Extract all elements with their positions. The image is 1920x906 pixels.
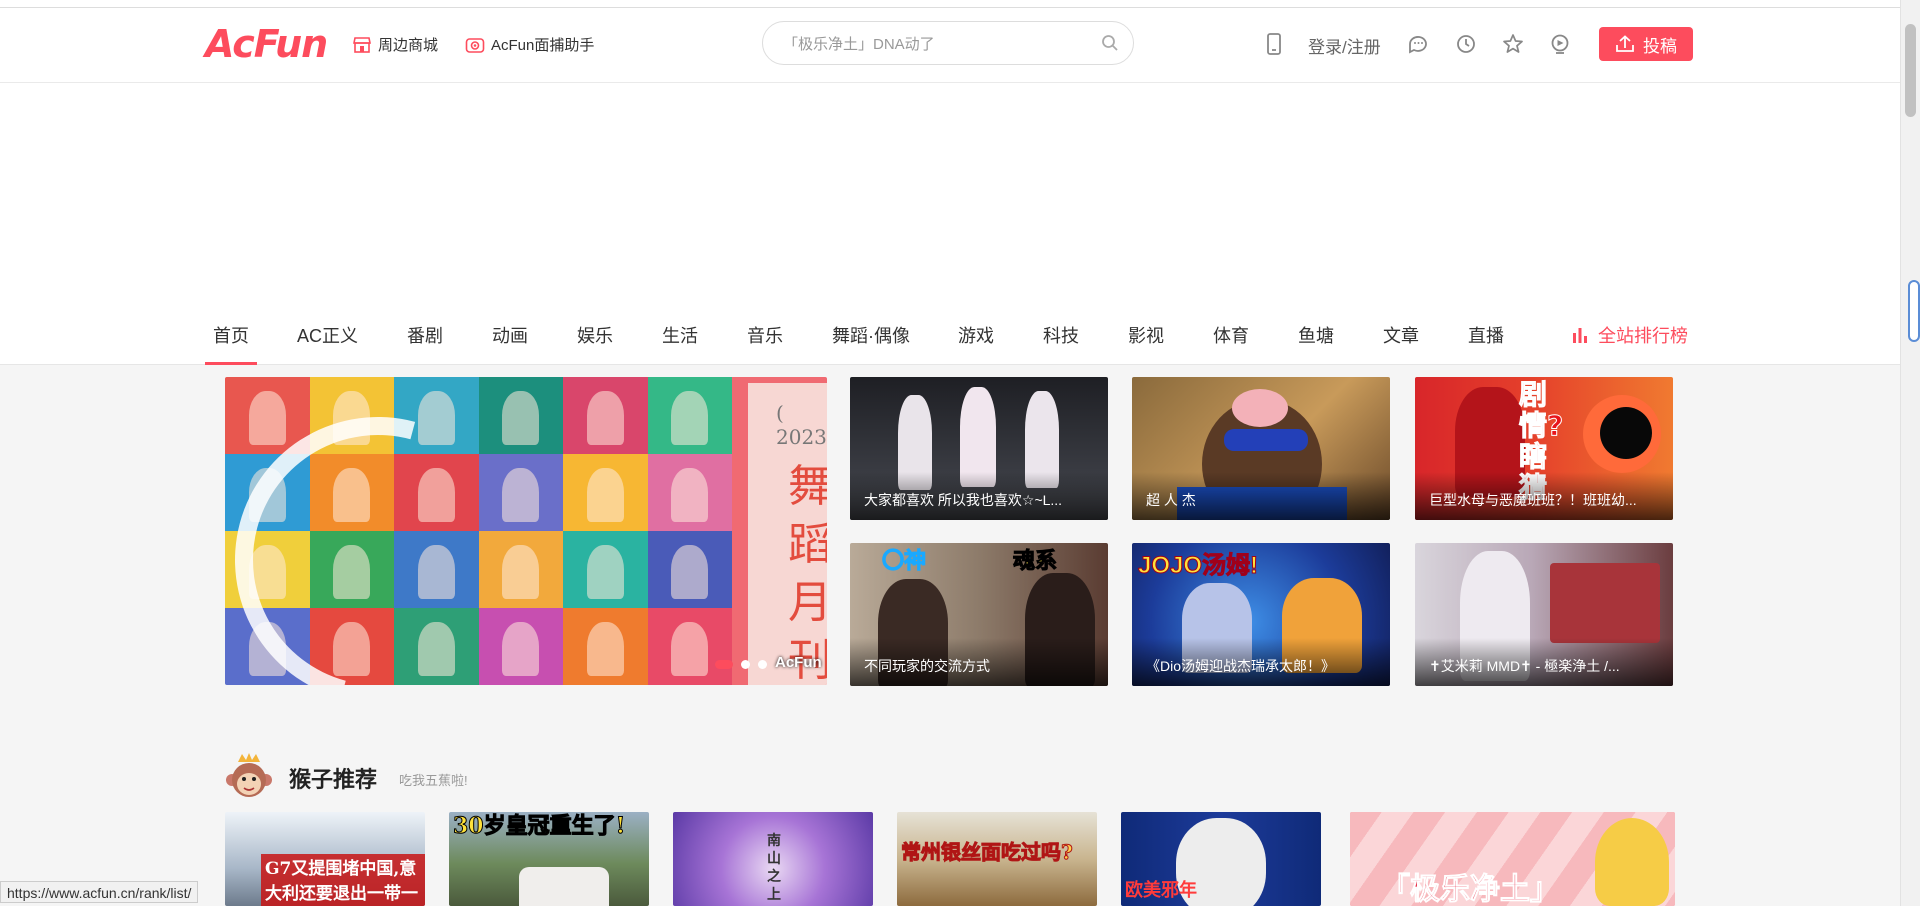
category-nav: 首页 AC正义 番剧 动画 娱乐 生活 音乐 舞蹈·偶像 游戏 科技 影视 体育…: [0, 298, 1900, 365]
nav-item-game[interactable]: 游戏: [958, 322, 994, 348]
section-subtitle: 吃我五蕉啦!: [399, 773, 468, 788]
scrollbar[interactable]: [1900, 0, 1920, 906]
rec-thumb-text: 「极乐净土」: [1380, 872, 1561, 906]
site-ranking-link[interactable]: 全站排行榜: [1572, 322, 1688, 348]
carousel-dots: [715, 660, 767, 669]
video-title: ✝艾米莉 MMD✝ - 極楽浄土 /...: [1429, 658, 1620, 674]
search-box: [762, 21, 1134, 66]
ad-banner-area: [0, 83, 1900, 298]
nav-item-entertainment[interactable]: 娱乐: [577, 322, 613, 348]
camera-icon: [465, 37, 485, 53]
carousel-dot-3[interactable]: [758, 660, 767, 669]
rec-video-3[interactable]: 南山之上: [673, 812, 873, 906]
banner-paper: ( 2023 舞蹈月刊: [748, 383, 827, 685]
nav-item-dance[interactable]: 舞蹈·偶像: [832, 322, 910, 348]
blue-mask: [1224, 429, 1308, 451]
nav-item-sports[interactable]: 体育: [1213, 322, 1249, 348]
nav-item-article[interactable]: 文章: [1383, 322, 1419, 348]
video-card-5[interactable]: JOJO汤姆! 《Dio汤姆迎战杰瑞承太郎！》: [1132, 543, 1390, 686]
nav-item-tech[interactable]: 科技: [1043, 322, 1079, 348]
shop-label: 周边商城: [378, 37, 439, 54]
rec-video-4[interactable]: 常州银丝面吃过吗?: [897, 812, 1097, 906]
top-border: [0, 0, 1900, 8]
rec-thumb-text: 30岁皇冠重生了!: [452, 813, 626, 840]
rec-thumb-text: 常州银丝面吃过吗?: [901, 840, 1074, 865]
section-title: 猴子推荐: [289, 767, 378, 792]
shop-link[interactable]: 周边商城: [352, 34, 438, 55]
video-title: 不同玩家的交流方式: [864, 658, 990, 674]
ranking-label: 全站排行榜: [1598, 326, 1688, 346]
history-icon[interactable]: [1454, 32, 1478, 56]
rec-thumb-text: G7又提围堵中国,意大利还要退出一带一路?: [261, 854, 425, 906]
video-title: 《Dio汤姆迎战杰瑞承太郎！》: [1146, 658, 1336, 674]
nav-item-life[interactable]: 生活: [662, 322, 698, 348]
page: AcFun 周边商城 AcFun面捕助手 「极乐净土」DNA动了 登录/注册 投…: [0, 0, 1900, 906]
mobile-icon[interactable]: [1262, 32, 1286, 56]
video-card-2[interactable]: 超 人 杰: [1132, 377, 1390, 520]
shop-icon: [353, 36, 371, 53]
nav-item-bangumi[interactable]: 番剧: [407, 322, 443, 348]
banner-year: ( 2023: [776, 401, 827, 449]
video-title: 巨型水母与恶魔班班？！班班幼...: [1429, 492, 1637, 508]
ranking-chart-icon: [1573, 328, 1587, 343]
monster-pupil: [1600, 407, 1652, 459]
favorite-icon[interactable]: [1501, 32, 1525, 56]
rec-thumb-text: 南山之上: [767, 833, 781, 903]
video-card-1[interactable]: 大家都喜欢 所以我也喜欢☆~L...: [850, 377, 1108, 520]
side-scroll-handle[interactable]: [1908, 280, 1920, 342]
carousel-dot-1[interactable]: [715, 660, 733, 669]
video-card-6[interactable]: ✝艾米莉 MMD✝ - 極楽浄土 /...: [1415, 543, 1673, 686]
rec-video-1[interactable]: G7又提围堵中国,意大利还要退出一带一路?: [225, 812, 425, 906]
video-title: 超 人 杰: [1146, 492, 1196, 508]
video-title: 大家都喜欢 所以我也喜欢☆~L...: [864, 492, 1063, 508]
rec-video-6[interactable]: 「极乐净土」: [1350, 812, 1675, 906]
card-overlay-title: JOJO汤姆!: [1137, 552, 1259, 580]
video-card-4[interactable]: 〇神 魂系 不同玩家的交流方式: [850, 543, 1108, 686]
banner-tag: AcFun: [775, 654, 822, 671]
live-icon[interactable]: [1548, 32, 1572, 56]
shrine-gate: [1550, 563, 1660, 643]
helper-label: AcFun面捕助手: [491, 37, 595, 54]
carousel-dot-2[interactable]: [741, 660, 750, 669]
nav-item-live[interactable]: 直播: [1468, 322, 1504, 348]
status-bar-url: https://www.acfun.cn/rank/list/: [0, 881, 199, 903]
login-register-link[interactable]: 登录/注册: [1308, 33, 1381, 58]
acfun-logo[interactable]: AcFun: [205, 22, 328, 66]
rec-video-2[interactable]: 30岁皇冠重生了!: [449, 812, 649, 906]
nav-item-home[interactable]: 首页: [205, 322, 257, 365]
search-icon[interactable]: [1101, 34, 1119, 52]
nav-item-animation[interactable]: 动画: [492, 322, 528, 348]
card-overlay-left: 〇神: [881, 548, 927, 574]
helper-link[interactable]: AcFun面捕助手: [465, 34, 594, 55]
character-hair: [1595, 818, 1669, 906]
nav-item-film[interactable]: 影视: [1128, 322, 1164, 348]
pig-ears: [1232, 389, 1288, 427]
nav-item-ac-justice[interactable]: AC正义: [297, 322, 358, 348]
upload-label: 投稿: [1643, 36, 1677, 56]
upload-icon: [1616, 35, 1634, 52]
header: AcFun 周边商城 AcFun面捕助手 「极乐净土」DNA动了 登录/注册 投…: [0, 8, 1900, 83]
white-car: [519, 867, 609, 906]
rec-video-5[interactable]: 欧美邪年: [1121, 812, 1321, 906]
message-icon[interactable]: [1406, 32, 1430, 56]
nav-item-fishpond[interactable]: 鱼塘: [1298, 322, 1334, 348]
search-input[interactable]: [781, 22, 1085, 66]
scrollbar-thumb[interactable]: [1905, 24, 1916, 117]
rec-thumb-text: 欧美邪年: [1125, 880, 1197, 901]
banner-title: 舞蹈月刊: [788, 461, 827, 685]
banner-side-panel: ( 2023 舞蹈月刊: [732, 377, 827, 685]
upload-button[interactable]: 投稿: [1599, 27, 1693, 61]
card-overlay-right: 魂系: [1012, 548, 1058, 574]
banner-carousel[interactable]: ( 2023 舞蹈月刊 AcFun: [225, 377, 827, 685]
monkey-icon: [226, 753, 272, 797]
video-card-3[interactable]: 剧情?瞎猜 巨型水母与恶魔班班？！班班幼...: [1415, 377, 1673, 520]
nav-item-music[interactable]: 音乐: [747, 322, 783, 348]
